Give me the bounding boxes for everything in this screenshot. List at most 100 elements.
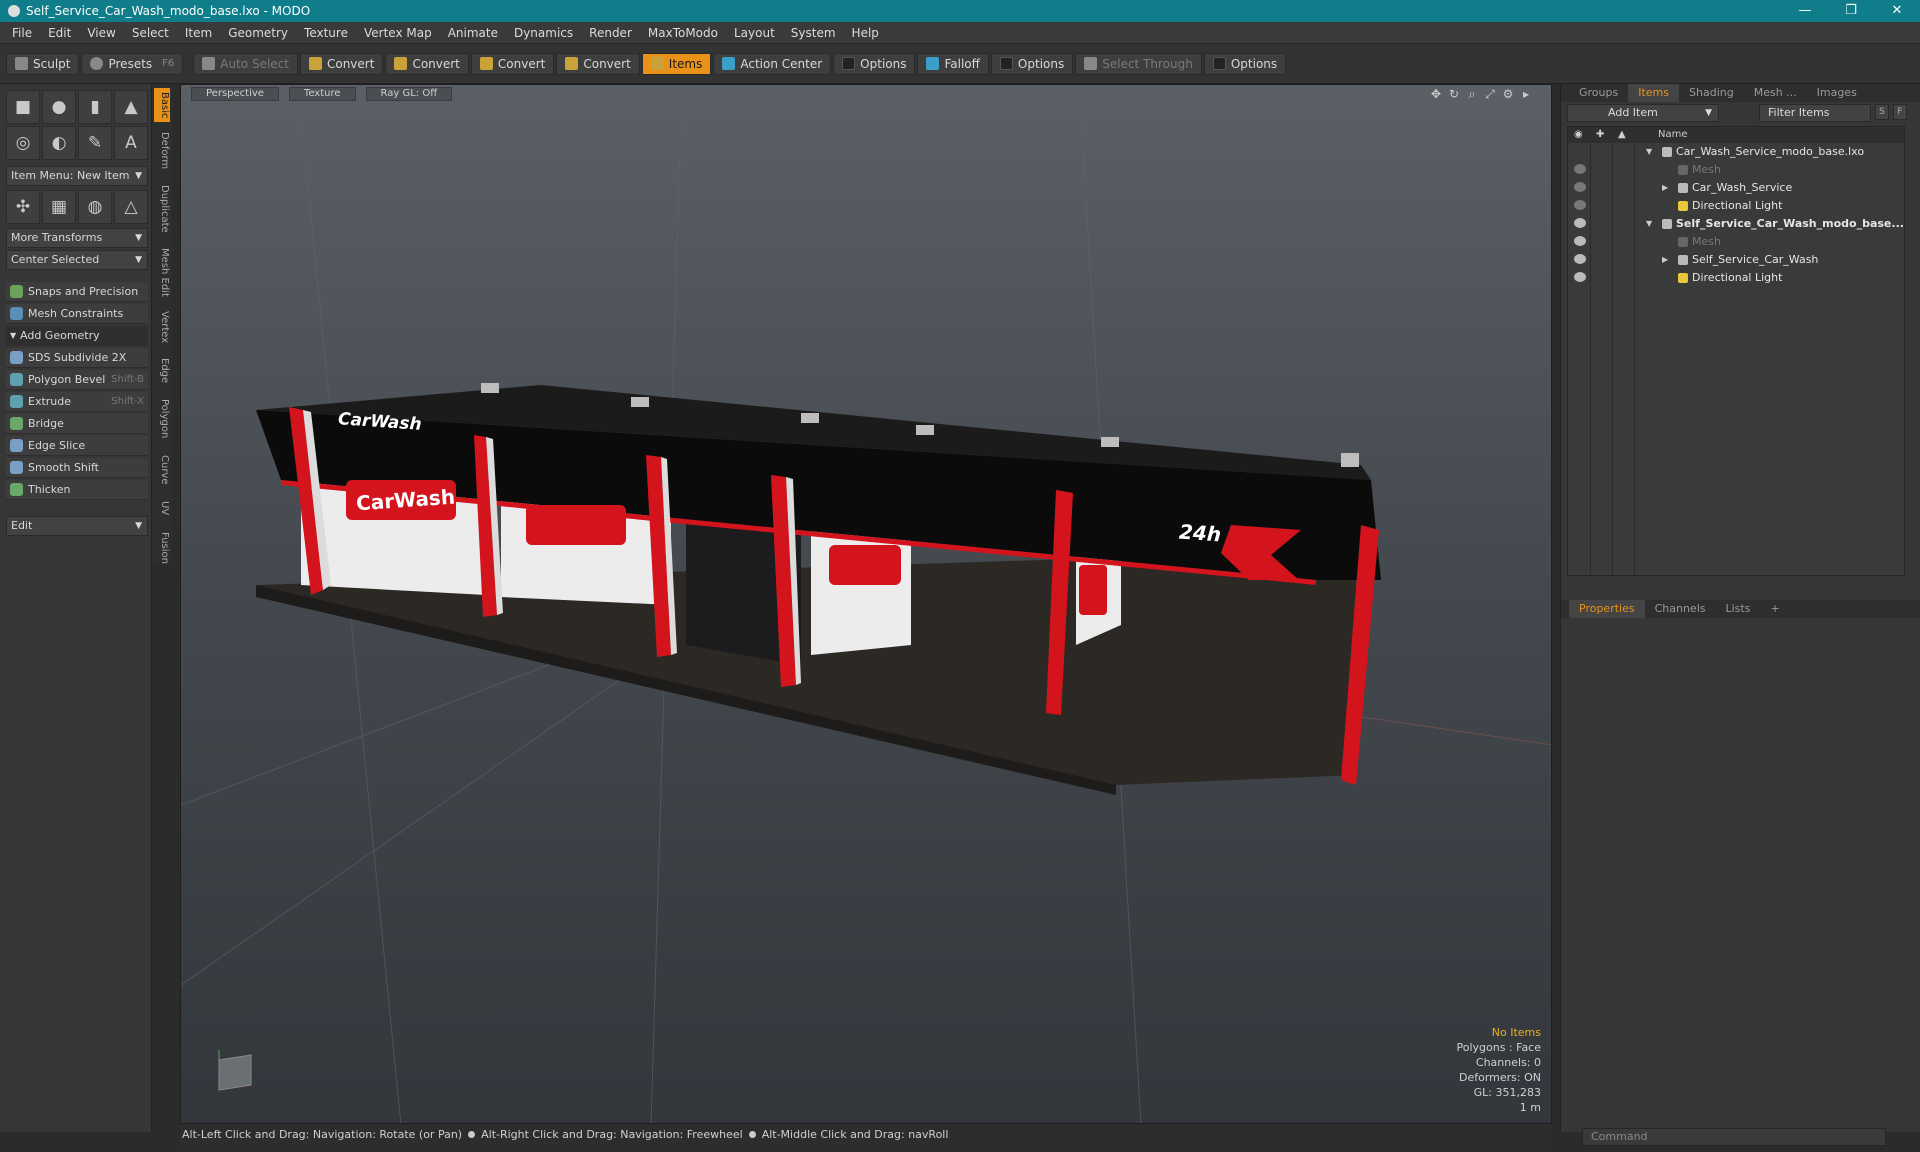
tool-thicken[interactable]: Thicken	[6, 480, 148, 500]
tree-row[interactable]: ▶ Car_Wash_Service	[1568, 179, 1904, 197]
cone-icon[interactable]: ▲	[114, 90, 148, 124]
tool-polygon-bevel[interactable]: Polygon Bevel Shift-B	[6, 370, 148, 390]
visibility-eye-icon[interactable]	[1574, 164, 1586, 174]
menu-vertex-map[interactable]: Vertex Map	[356, 26, 440, 40]
pen-icon[interactable]: ✎	[78, 126, 112, 160]
menu-geometry[interactable]: Geometry	[220, 26, 296, 40]
auto-select-button[interactable]: Auto Select	[193, 52, 298, 75]
mesh-constraints-button[interactable]: Mesh Constraints	[6, 304, 148, 324]
3d-viewport[interactable]: Perspective Texture Ray GL: Off ✥ ↻ ⌕ ⤢ …	[180, 84, 1552, 1124]
tab-items[interactable]: Items	[1628, 84, 1680, 102]
tab-uv[interactable]: UV	[154, 496, 170, 520]
capsule-icon[interactable]: ◐	[42, 126, 76, 160]
close-button[interactable]: ✕	[1874, 0, 1920, 22]
add-geometry-section[interactable]: ▼ Add Geometry	[6, 326, 148, 346]
visibility-eye-icon[interactable]	[1574, 218, 1586, 228]
tree-row[interactable]: ▼ Car_Wash_Service_modo_base.lxo	[1568, 143, 1904, 161]
grid-icon[interactable]: ▦	[42, 190, 76, 224]
visibility-eye-icon[interactable]	[1574, 254, 1586, 264]
tab-edge[interactable]: Edge	[154, 354, 170, 388]
tab-shading[interactable]: Shading	[1679, 84, 1744, 102]
tab-curve[interactable]: Curve	[154, 450, 170, 490]
menu-select[interactable]: Select	[124, 26, 177, 40]
filter-items-input[interactable]: Filter Items	[1759, 104, 1871, 122]
tree-row[interactable]: Mesh	[1568, 161, 1904, 179]
menu-dynamics[interactable]: Dynamics	[506, 26, 581, 40]
tab-vertex[interactable]: Vertex	[154, 306, 170, 348]
menu-file[interactable]: File	[4, 26, 40, 40]
options-button-1[interactable]: Options	[833, 52, 916, 75]
tab-lists[interactable]: Lists	[1716, 600, 1761, 618]
tab-properties[interactable]: Properties	[1569, 600, 1645, 618]
tab-mesh[interactable]: Mesh ...	[1744, 84, 1807, 102]
tool-bridge[interactable]: Bridge	[6, 414, 148, 434]
tree-row[interactable]: ▼ Self_Service_Car_Wash_modo_base...	[1568, 215, 1904, 233]
item-menu-dropdown[interactable]: Item Menu: New Item ▼	[6, 166, 148, 186]
menu-help[interactable]: Help	[844, 26, 887, 40]
menu-layout[interactable]: Layout	[726, 26, 783, 40]
command-input[interactable]: Command	[1582, 1128, 1886, 1146]
transform-icon[interactable]: ✣	[6, 190, 40, 224]
tab-mesh-edit[interactable]: Mesh Edit	[154, 244, 170, 300]
options-button-3[interactable]: Options	[1203, 52, 1287, 75]
tab-groups[interactable]: Groups	[1569, 84, 1628, 102]
visibility-eye-icon[interactable]	[1574, 200, 1586, 210]
center-selected-dropdown[interactable]: Center Selected ▼	[6, 250, 148, 270]
cylinder-icon[interactable]: ▮	[78, 90, 112, 124]
more-transforms-dropdown[interactable]: More Transforms ▼	[6, 228, 148, 248]
tab-basic[interactable]: Basic	[154, 88, 170, 122]
tab-channels[interactable]: Channels	[1645, 600, 1716, 618]
tab-deform[interactable]: Deform	[154, 128, 170, 174]
menu-item[interactable]: Item	[177, 26, 220, 40]
expand-triangle-icon[interactable]: ▼	[1646, 215, 1652, 233]
menu-texture[interactable]: Texture	[296, 26, 356, 40]
menu-render[interactable]: Render	[581, 26, 640, 40]
cube-icon[interactable]: ■	[6, 90, 40, 124]
tree-row[interactable]: Directional Light	[1568, 269, 1904, 287]
tool-edge-slice[interactable]: Edge Slice	[6, 436, 148, 456]
falloff-button[interactable]: Falloff	[917, 52, 989, 75]
convert-button-1[interactable]: Convert	[299, 52, 384, 75]
expand-triangle-icon[interactable]: ▼	[1646, 143, 1652, 161]
expand-triangle-icon[interactable]: ▶	[1662, 251, 1668, 269]
text-tool-icon[interactable]: A	[114, 126, 148, 160]
edit-dropdown[interactable]: Edit ▼	[6, 516, 148, 536]
menu-system[interactable]: System	[783, 26, 844, 40]
visibility-eye-icon[interactable]	[1574, 236, 1586, 246]
tab-fusion[interactable]: Fusion	[154, 526, 170, 570]
menu-animate[interactable]: Animate	[440, 26, 506, 40]
add-item-dropdown[interactable]: Add Item ▼	[1567, 104, 1719, 122]
add-tab-icon[interactable]: +	[1760, 600, 1789, 618]
s-filter-button[interactable]: S	[1875, 104, 1889, 120]
convert-button-4[interactable]: Convert	[556, 52, 640, 75]
convert-button-3[interactable]: Convert	[470, 52, 555, 75]
select-through-button[interactable]: Select Through	[1075, 52, 1202, 75]
tab-duplicate[interactable]: Duplicate	[154, 180, 170, 238]
f-filter-button[interactable]: F	[1893, 104, 1907, 120]
tree-row[interactable]: Mesh	[1568, 233, 1904, 251]
menu-maxtomodo[interactable]: MaxToModo	[640, 26, 726, 40]
options-button-2[interactable]: Options	[990, 52, 1074, 75]
sculpt-button[interactable]: Sculpt	[6, 52, 80, 75]
action-center-button[interactable]: Action Center	[713, 52, 832, 75]
tool-extrude[interactable]: Extrude Shift-X	[6, 392, 148, 412]
menu-view[interactable]: View	[79, 26, 123, 40]
menu-edit[interactable]: Edit	[40, 26, 79, 40]
sphere-icon[interactable]: ●	[42, 90, 76, 124]
tab-polygon[interactable]: Polygon	[154, 394, 170, 444]
tool-sds-subdivide[interactable]: SDS Subdivide 2X	[6, 348, 148, 368]
maximize-button[interactable]: ❐	[1828, 0, 1874, 22]
tree-row[interactable]: ▶ Self_Service_Car_Wash	[1568, 251, 1904, 269]
convert-button-2[interactable]: Convert	[385, 52, 469, 75]
presets-button[interactable]: Presets F6	[81, 52, 184, 75]
expand-triangle-icon[interactable]: ▶	[1662, 179, 1668, 197]
element-icon[interactable]: △	[114, 190, 148, 224]
globe-icon[interactable]: ◍	[78, 190, 112, 224]
tool-smooth-shift[interactable]: Smooth Shift	[6, 458, 148, 478]
tree-row[interactable]: Directional Light	[1568, 197, 1904, 215]
tab-images[interactable]: Images	[1807, 84, 1867, 102]
visibility-eye-icon[interactable]	[1574, 272, 1586, 282]
torus-icon[interactable]: ◎	[6, 126, 40, 160]
snaps-precision-button[interactable]: Snaps and Precision	[6, 282, 148, 302]
visibility-eye-icon[interactable]	[1574, 182, 1586, 192]
